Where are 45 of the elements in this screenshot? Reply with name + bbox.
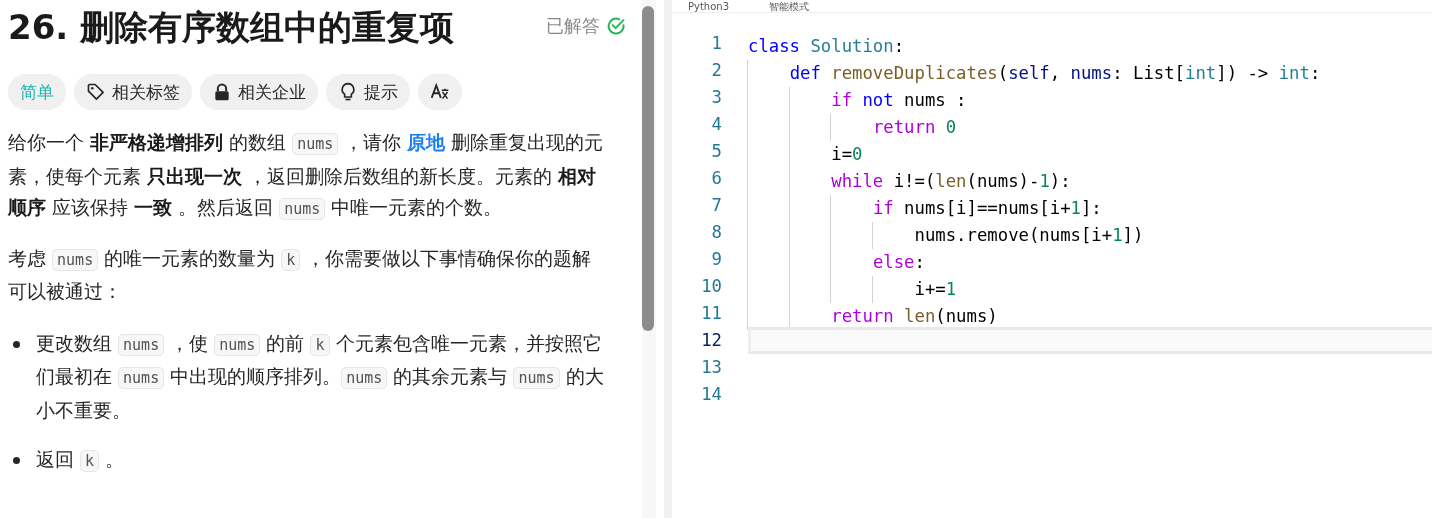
bullet xyxy=(13,457,20,464)
status-label: 已解答 xyxy=(546,14,600,38)
list-item-text: 返回 k 。 xyxy=(36,447,126,474)
language-selector[interactable]: Python3 xyxy=(688,0,730,12)
code-line: return 0 xyxy=(748,111,1432,138)
line-number: 5 xyxy=(710,140,723,163)
code-line: if nums[i]==nums[i+1]: xyxy=(748,192,1432,219)
lightbulb-icon xyxy=(338,82,358,102)
description-text: 考虑 nums 的唯一元素的数量为 k ，你需要做以下事情确保你的题解可以被通过： xyxy=(8,245,593,304)
description-text: 给你一个 非严格递增排列 的数组 nums ，请你 原地 删除重复出现的元素，使每个元素 只出现一次 ，返回删除后数组的新长度。元素的 相对顺序 应该保持 一致 。然后返回 nums 中唯一元素的个数。 xyxy=(8,130,605,222)
code-line: if not nums : xyxy=(748,84,1432,111)
hint-button[interactable]: 提示 xyxy=(326,74,410,110)
problem-title: 26. 删除有序数组中的重复项 xyxy=(8,6,455,48)
translate-icon xyxy=(430,82,450,102)
line-number: 2 xyxy=(710,59,723,82)
line-number: 1 xyxy=(710,32,723,55)
list-item-text: 更改数组 nums ，使 nums 的前 k 个元素包含唯一元素，并按照它们最初在 nums 中出现的顺序排列。 nums 的其余元素与 nums 的大小不重要。 xyxy=(36,330,605,423)
code-line: i=0 xyxy=(748,138,1432,165)
line-number: 7 xyxy=(710,194,723,217)
line-number: 9 xyxy=(710,248,723,271)
line-number: 13 xyxy=(700,356,723,379)
code-line: i+=1 xyxy=(748,273,1432,300)
scrollbar[interactable] xyxy=(642,0,656,518)
line-number: 6 xyxy=(710,167,723,190)
topics-button[interactable]: 相关标签 xyxy=(74,74,192,110)
code-line: def removeDuplicates(self, nums: List[int]) -> int: xyxy=(748,57,1432,84)
line-number: 11 xyxy=(700,302,723,325)
translate-button[interactable] xyxy=(418,74,462,110)
line-number: 14 xyxy=(700,383,723,406)
code-line: class Solution: xyxy=(748,35,906,57)
check-circle-icon xyxy=(606,16,626,36)
line-number: 12 xyxy=(700,329,723,352)
lock-icon xyxy=(212,82,232,102)
line-number: 3 xyxy=(710,86,723,109)
code-line: nums.remove(nums[i+1]) xyxy=(748,219,1432,246)
line-number: 10 xyxy=(700,275,723,298)
companies-button[interactable]: 相关企业 xyxy=(200,74,318,110)
mode-toggle[interactable]: 智能模式 xyxy=(769,0,810,12)
bullet xyxy=(13,340,20,348)
code-line: while i!=(len(nums)-1): xyxy=(748,165,1432,192)
inline-link[interactable]: 原地 xyxy=(407,131,446,153)
line-number: 8 xyxy=(710,221,723,244)
tag-icon xyxy=(86,82,106,102)
code-line: else: xyxy=(748,246,1432,273)
line-number: 4 xyxy=(710,113,723,136)
